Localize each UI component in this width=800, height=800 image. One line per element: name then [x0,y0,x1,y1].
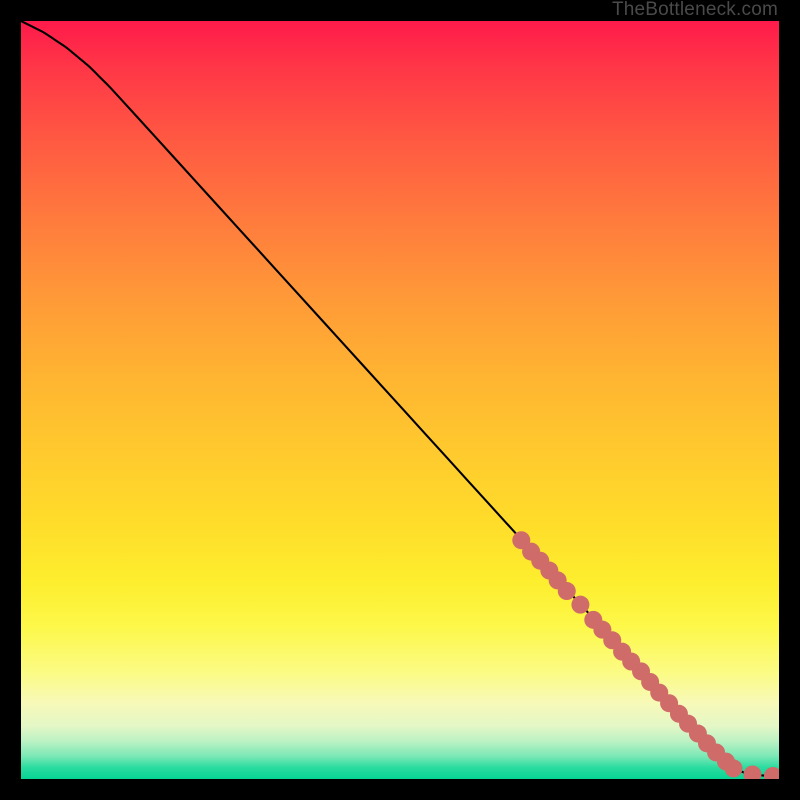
attribution-text: TheBottleneck.com [612,0,778,21]
chart-svg [21,21,779,779]
plot-area [21,21,779,779]
curve-line [22,21,778,776]
data-marker [571,596,589,614]
data-marker [743,765,761,779]
data-marker [764,767,779,779]
data-marker [558,582,576,600]
marker-group [512,531,779,779]
data-marker [725,759,743,777]
chart-frame: TheBottleneck.com [0,0,800,800]
